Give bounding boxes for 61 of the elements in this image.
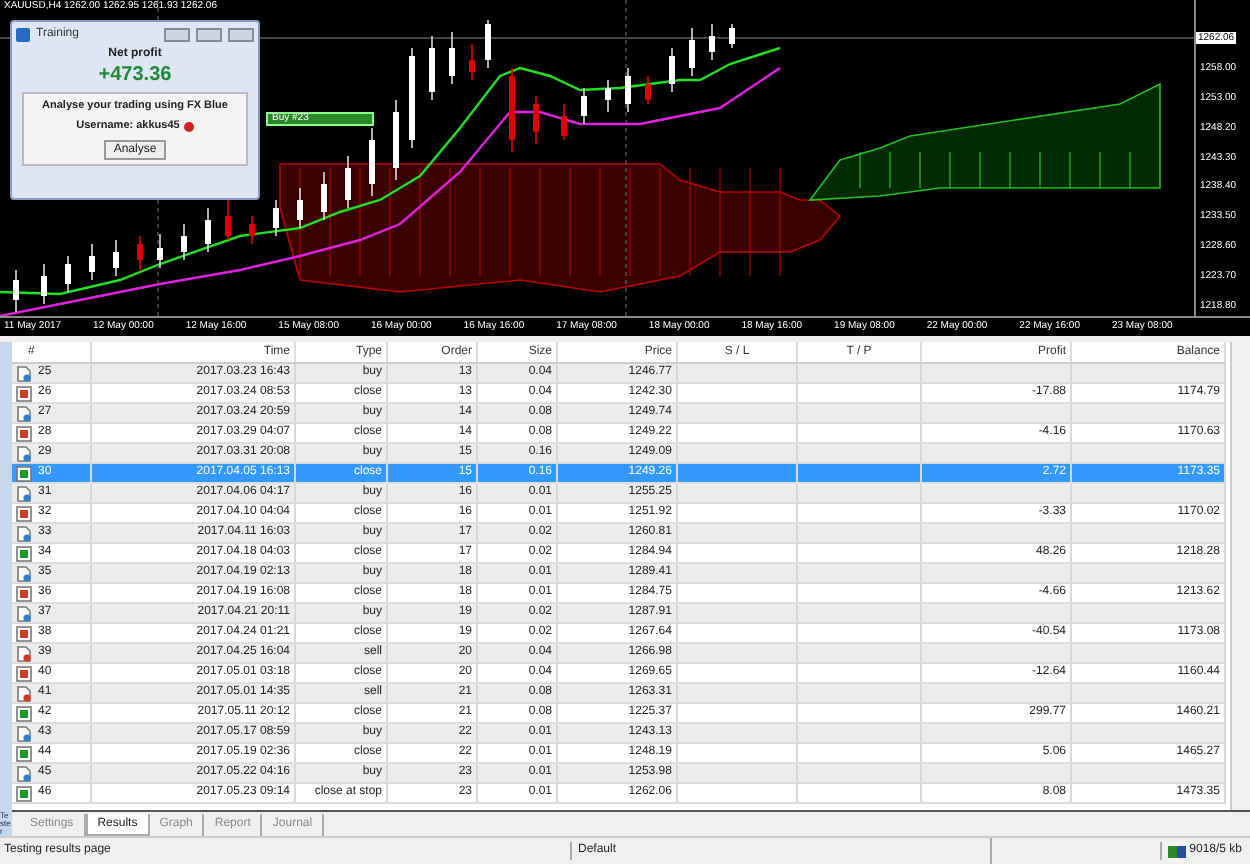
close-order-icon bbox=[16, 585, 32, 601]
candlestick bbox=[393, 99, 399, 181]
candlestick bbox=[689, 27, 695, 77]
candlestick bbox=[369, 127, 375, 197]
close-order-icon bbox=[16, 545, 32, 561]
candlestick bbox=[409, 47, 415, 149]
candlestick bbox=[429, 35, 435, 101]
close-order-icon bbox=[16, 625, 32, 641]
candlestick bbox=[449, 31, 455, 85]
candlestick bbox=[469, 43, 475, 81]
order-document-icon bbox=[16, 685, 32, 701]
candlestick bbox=[205, 207, 211, 253]
connection-bars-icon bbox=[1167, 845, 1186, 857]
scrollbar[interactable] bbox=[1230, 342, 1250, 810]
candlestick bbox=[297, 187, 303, 229]
order-document-icon bbox=[16, 605, 32, 621]
order-document-icon bbox=[16, 725, 32, 741]
order-document-icon bbox=[16, 405, 32, 421]
candlestick bbox=[509, 67, 515, 153]
candlestick bbox=[645, 75, 651, 105]
candlestick bbox=[581, 87, 587, 125]
close-order-icon bbox=[16, 665, 32, 681]
close-order-icon bbox=[16, 745, 32, 761]
candlestick bbox=[533, 95, 539, 145]
close-order-icon bbox=[16, 705, 32, 721]
minimize-button[interactable] bbox=[164, 27, 190, 41]
candlestick bbox=[181, 223, 187, 261]
candlestick bbox=[41, 263, 47, 305]
candlestick bbox=[13, 269, 19, 313]
order-document-icon bbox=[16, 765, 32, 781]
candlestick bbox=[89, 243, 95, 281]
candlestick bbox=[157, 233, 163, 269]
net-profit-value: +473.36 bbox=[98, 64, 172, 86]
candlestick bbox=[561, 103, 567, 141]
order-document-icon bbox=[16, 445, 32, 461]
close-order-icon bbox=[16, 425, 32, 441]
candlestick bbox=[321, 171, 327, 221]
order-document-icon bbox=[16, 525, 32, 541]
candlestick bbox=[113, 239, 119, 277]
app-logo-icon bbox=[16, 27, 30, 41]
order-document-icon bbox=[16, 565, 32, 581]
close-order-icon bbox=[16, 465, 32, 481]
candlestick bbox=[625, 67, 631, 113]
candlestick bbox=[65, 255, 71, 293]
candlestick bbox=[249, 215, 255, 245]
candlestick bbox=[273, 199, 279, 237]
candlestick bbox=[345, 155, 351, 209]
candlestick bbox=[137, 235, 143, 271]
close-button[interactable] bbox=[228, 27, 254, 41]
error-icon bbox=[183, 121, 194, 132]
candlestick bbox=[729, 23, 735, 49]
candlestick bbox=[485, 19, 491, 69]
candlestick bbox=[669, 47, 675, 93]
order-document-icon bbox=[16, 485, 32, 501]
order-document-icon bbox=[16, 645, 32, 661]
close-order-icon bbox=[16, 385, 32, 401]
candlestick bbox=[225, 199, 231, 241]
close-order-icon bbox=[16, 505, 32, 521]
maximize-button[interactable] bbox=[196, 27, 222, 41]
candlestick bbox=[605, 79, 611, 113]
candlestick bbox=[709, 23, 715, 61]
